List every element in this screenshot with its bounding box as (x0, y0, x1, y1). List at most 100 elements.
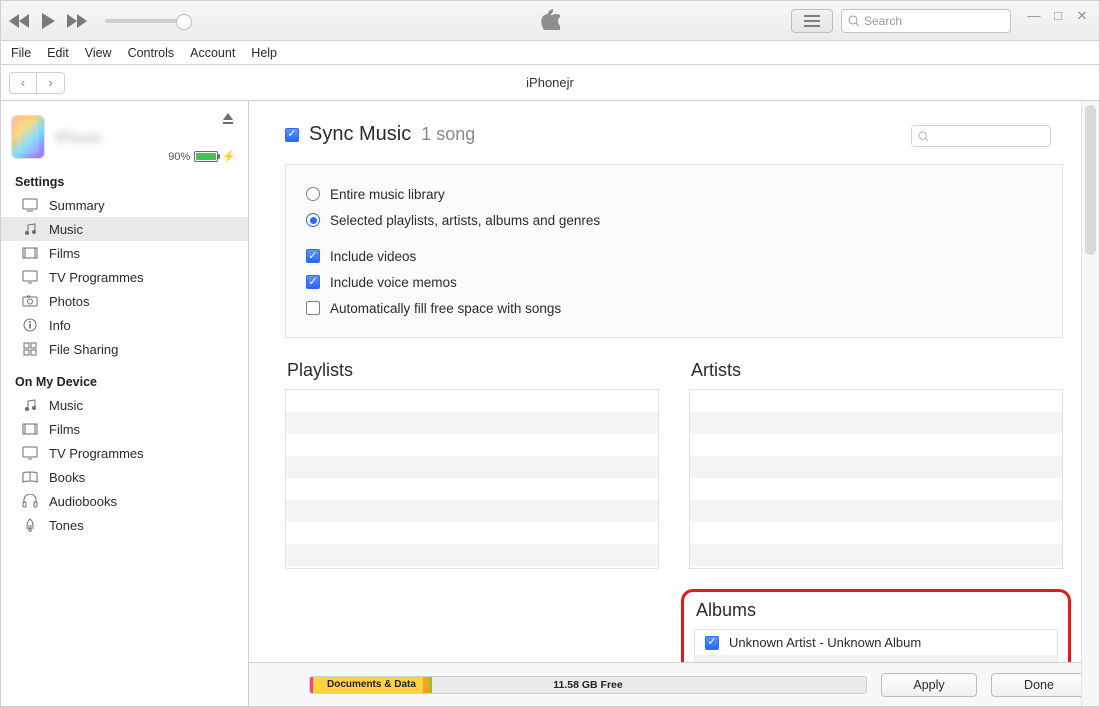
playback-controls (9, 12, 185, 30)
device-thumbnail (11, 115, 45, 159)
sidebar-item-films[interactable]: Films (1, 417, 248, 441)
albums-listbox[interactable]: Unknown Artist - Unknown Album (694, 629, 1058, 662)
battery-icon (194, 151, 218, 162)
menu-bar: File Edit View Controls Account Help (1, 41, 1099, 65)
sidebar-item-audiobooks[interactable]: Audiobooks (1, 489, 248, 513)
close-button[interactable]: ✕ (1073, 8, 1091, 24)
view-mode-button[interactable] (791, 9, 833, 33)
sidebar: iPhone 90% ⚡ Settings Summary Music Films T… (1, 101, 249, 706)
sync-music-count: 1 song (421, 124, 475, 145)
sidebar-item-label: Info (49, 318, 71, 333)
nav-back-button[interactable]: ‹ (9, 72, 37, 94)
capacity-bar: Documents & Data 11.58 GB Free (309, 676, 867, 694)
footer-bar: Documents & Data 11.58 GB Free Apply Don… (249, 662, 1099, 706)
sidebar-item-label: Tones (49, 518, 84, 533)
label-selected: Selected playlists, artists, albums and … (330, 213, 600, 228)
menu-file[interactable]: File (11, 46, 31, 60)
device-header: iPhone 90% ⚡ (11, 109, 238, 165)
content-search-field[interactable] (911, 125, 1051, 147)
sidebar-item-label: Audiobooks (49, 494, 117, 509)
search-placeholder: Search (864, 14, 902, 28)
sidebar-ondevice-list: Music Films TV Programmes Books Audiobooks To… (1, 393, 248, 537)
sidebar-item-label: Music (49, 222, 83, 237)
capacity-free-label: 11.58 GB Free (553, 679, 622, 691)
album-checkbox[interactable] (705, 636, 719, 650)
search-field[interactable]: Search (841, 9, 1011, 33)
checkbox-include-memos[interactable] (306, 275, 320, 289)
radio-selected[interactable] (306, 213, 320, 227)
sync-music-title: Sync Music (309, 123, 411, 146)
tv-icon (21, 446, 39, 460)
label-include-videos: Include videos (330, 249, 416, 264)
battery-percent: 90% (168, 151, 190, 163)
sidebar-item-info[interactable]: Info (1, 313, 248, 337)
sidebar-item-summary[interactable]: Summary (1, 193, 248, 217)
vertical-scrollbar[interactable] (1081, 101, 1099, 706)
sidebar-item-tones[interactable]: Tones (1, 513, 248, 537)
sidebar-settings-list: Summary Music Films TV Programmes Photos Info… (1, 193, 248, 361)
albums-heading: Albums (696, 600, 1064, 621)
sidebar-title-settings: Settings (1, 171, 248, 193)
tones-icon (21, 518, 39, 532)
sidebar-item-label: TV Programmes (49, 270, 144, 285)
sidebar-item-photos[interactable]: Photos (1, 289, 248, 313)
sidebar-item-label: Photos (49, 294, 89, 309)
checkbox-autofill[interactable] (306, 301, 320, 315)
photos-icon (21, 295, 39, 307)
player-toolbar: Search — □ ✕ (1, 1, 1099, 41)
checkbox-include-videos[interactable] (306, 249, 320, 263)
album-label: Unknown Artist - Unknown Album (729, 635, 921, 650)
sidebar-item-music[interactable]: Music (1, 217, 248, 241)
sidebar-item-label: Films (49, 246, 80, 261)
sidebar-item-file-sharing[interactable]: File Sharing (1, 337, 248, 361)
charging-icon: ⚡ (222, 150, 236, 163)
eject-icon[interactable] (222, 113, 234, 128)
device-name: iPhone (55, 129, 102, 145)
artists-heading: Artists (691, 360, 1063, 381)
playlists-listbox[interactable] (285, 389, 659, 569)
films-icon (21, 247, 39, 259)
sidebar-item-films[interactable]: Films (1, 241, 248, 265)
sidebar-item-label: Books (49, 470, 85, 485)
sidebar-item-label: Music (49, 398, 83, 413)
minimize-button[interactable]: — (1025, 8, 1043, 24)
maximize-button[interactable]: □ (1049, 8, 1067, 24)
menu-controls[interactable]: Controls (128, 46, 175, 60)
sidebar-item-label: Films (49, 422, 80, 437)
rewind-button[interactable] (9, 14, 31, 28)
menu-help[interactable]: Help (251, 46, 277, 60)
menu-view[interactable]: View (85, 46, 112, 60)
artists-listbox[interactable] (689, 389, 1063, 569)
sidebar-item-tv-programmes[interactable]: TV Programmes (1, 265, 248, 289)
audiobooks-icon (21, 494, 39, 508)
sidebar-item-tv-programmes[interactable]: TV Programmes (1, 441, 248, 465)
films-icon (21, 423, 39, 435)
sidebar-item-books[interactable]: Books (1, 465, 248, 489)
play-button[interactable] (39, 12, 57, 30)
done-button[interactable]: Done (991, 673, 1087, 697)
sync-music-checkbox[interactable] (285, 128, 299, 142)
apply-button[interactable]: Apply (881, 673, 977, 697)
nav-strip: ‹ › iPhonejr (1, 65, 1099, 101)
menu-edit[interactable]: Edit (47, 46, 69, 60)
summary-icon (21, 198, 39, 212)
album-row[interactable]: Unknown Artist - Unknown Album (695, 630, 1057, 656)
sidebar-item-label: TV Programmes (49, 446, 144, 461)
device-title: iPhonejr (526, 75, 574, 90)
radio-entire-library[interactable] (306, 187, 320, 201)
nav-forward-button[interactable]: › (37, 72, 65, 94)
label-entire-library: Entire music library (330, 187, 445, 202)
sidebar-title-ondevice: On My Device (1, 371, 248, 393)
sidebar-item-label: Summary (49, 198, 105, 213)
capacity-docs-label: Documents & Data (327, 679, 416, 690)
battery-status: 90% ⚡ (168, 150, 236, 163)
music-icon (21, 222, 39, 236)
albums-section-highlight: Albums Unknown Artist - Unknown Album (681, 589, 1071, 662)
sidebar-item-music[interactable]: Music (1, 393, 248, 417)
music-icon (21, 398, 39, 412)
forward-button[interactable] (65, 14, 87, 28)
tv-icon (21, 270, 39, 284)
menu-account[interactable]: Account (190, 46, 235, 60)
window-controls: — □ ✕ (1025, 8, 1091, 34)
volume-slider[interactable] (105, 19, 185, 23)
